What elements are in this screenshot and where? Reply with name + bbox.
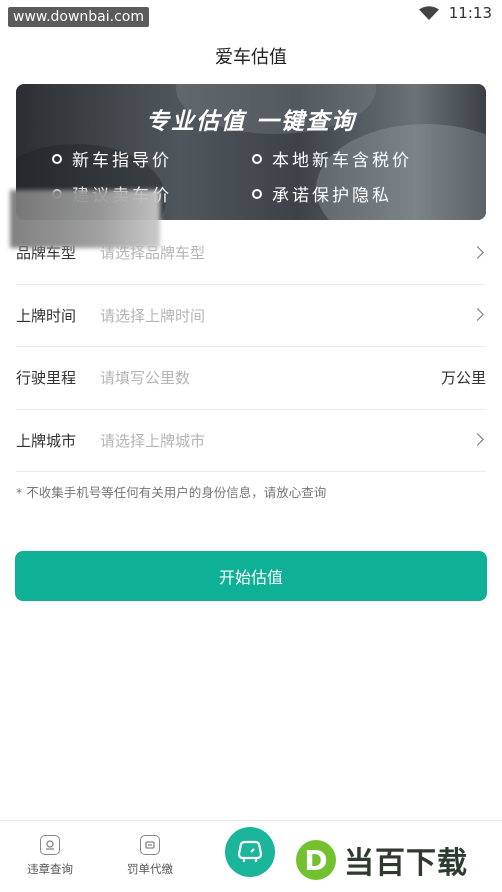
start-valuation-button[interactable]: 开始估值 xyxy=(15,551,487,601)
clock: 11:13 xyxy=(448,4,492,22)
logo-text: 当百下载 xyxy=(344,846,468,881)
bullet-icon xyxy=(52,153,62,164)
form-placeholder[interactable]: 请填写公里数 xyxy=(100,367,486,388)
tab-violation-query[interactable]: 违章查询 xyxy=(10,835,90,877)
bullet-icon xyxy=(252,153,262,164)
mileage-unit: 万公里 xyxy=(440,369,486,388)
bullet-icon xyxy=(252,188,262,199)
banner-headline: 专业估值 一键查询 xyxy=(145,109,356,135)
site-watermark: www.downbai.com xyxy=(8,7,149,27)
tab-fine-payment[interactable]: 罚单代缴 xyxy=(110,835,190,877)
status-bar: www.downbai.com 11:13 xyxy=(0,0,502,30)
registration-city-select[interactable]: 上牌城市 请选择上牌城市 xyxy=(16,410,486,472)
privacy-disclaimer: * 不收集手机号等任何有关用户的身份信息，请放心查询 xyxy=(16,485,327,500)
form-label: 行驶里程 xyxy=(16,369,77,388)
tab-label: 罚单代缴 xyxy=(127,862,173,876)
banner-feature: 承诺保护隐私 xyxy=(252,181,472,206)
banner-feature: 本地新车含税价 xyxy=(252,146,472,171)
form-label: 上牌时间 xyxy=(16,306,77,325)
mileage-input[interactable]: 行驶里程 请填写公里数 万公里 xyxy=(16,347,486,410)
wifi-icon xyxy=(418,6,439,20)
form-label: 上牌城市 xyxy=(16,431,77,450)
status-indicators: 11:13 xyxy=(418,4,492,22)
page-title: 爱车估值 xyxy=(215,47,287,68)
registration-date-select[interactable]: 上牌时间 请选择上牌时间 xyxy=(16,285,486,347)
car-icon xyxy=(237,840,263,862)
logo-mark: D xyxy=(296,840,336,880)
site-logo-watermark: D 当百下载 xyxy=(296,838,468,882)
valuation-form: 品牌车型 请选择品牌车型 上牌时间 请选择上牌时间 行驶里程 请填写公里数 万公… xyxy=(16,222,486,472)
banner-feature: 新车指导价 xyxy=(52,146,252,171)
violation-query-icon xyxy=(40,835,60,855)
redaction-blur xyxy=(10,190,160,248)
tab-label: 违章查询 xyxy=(27,862,73,876)
form-placeholder: 请选择上牌城市 xyxy=(100,431,206,450)
fine-payment-icon xyxy=(140,835,160,855)
center-car-button[interactable] xyxy=(225,827,275,877)
form-placeholder: 请选择上牌时间 xyxy=(100,306,206,325)
